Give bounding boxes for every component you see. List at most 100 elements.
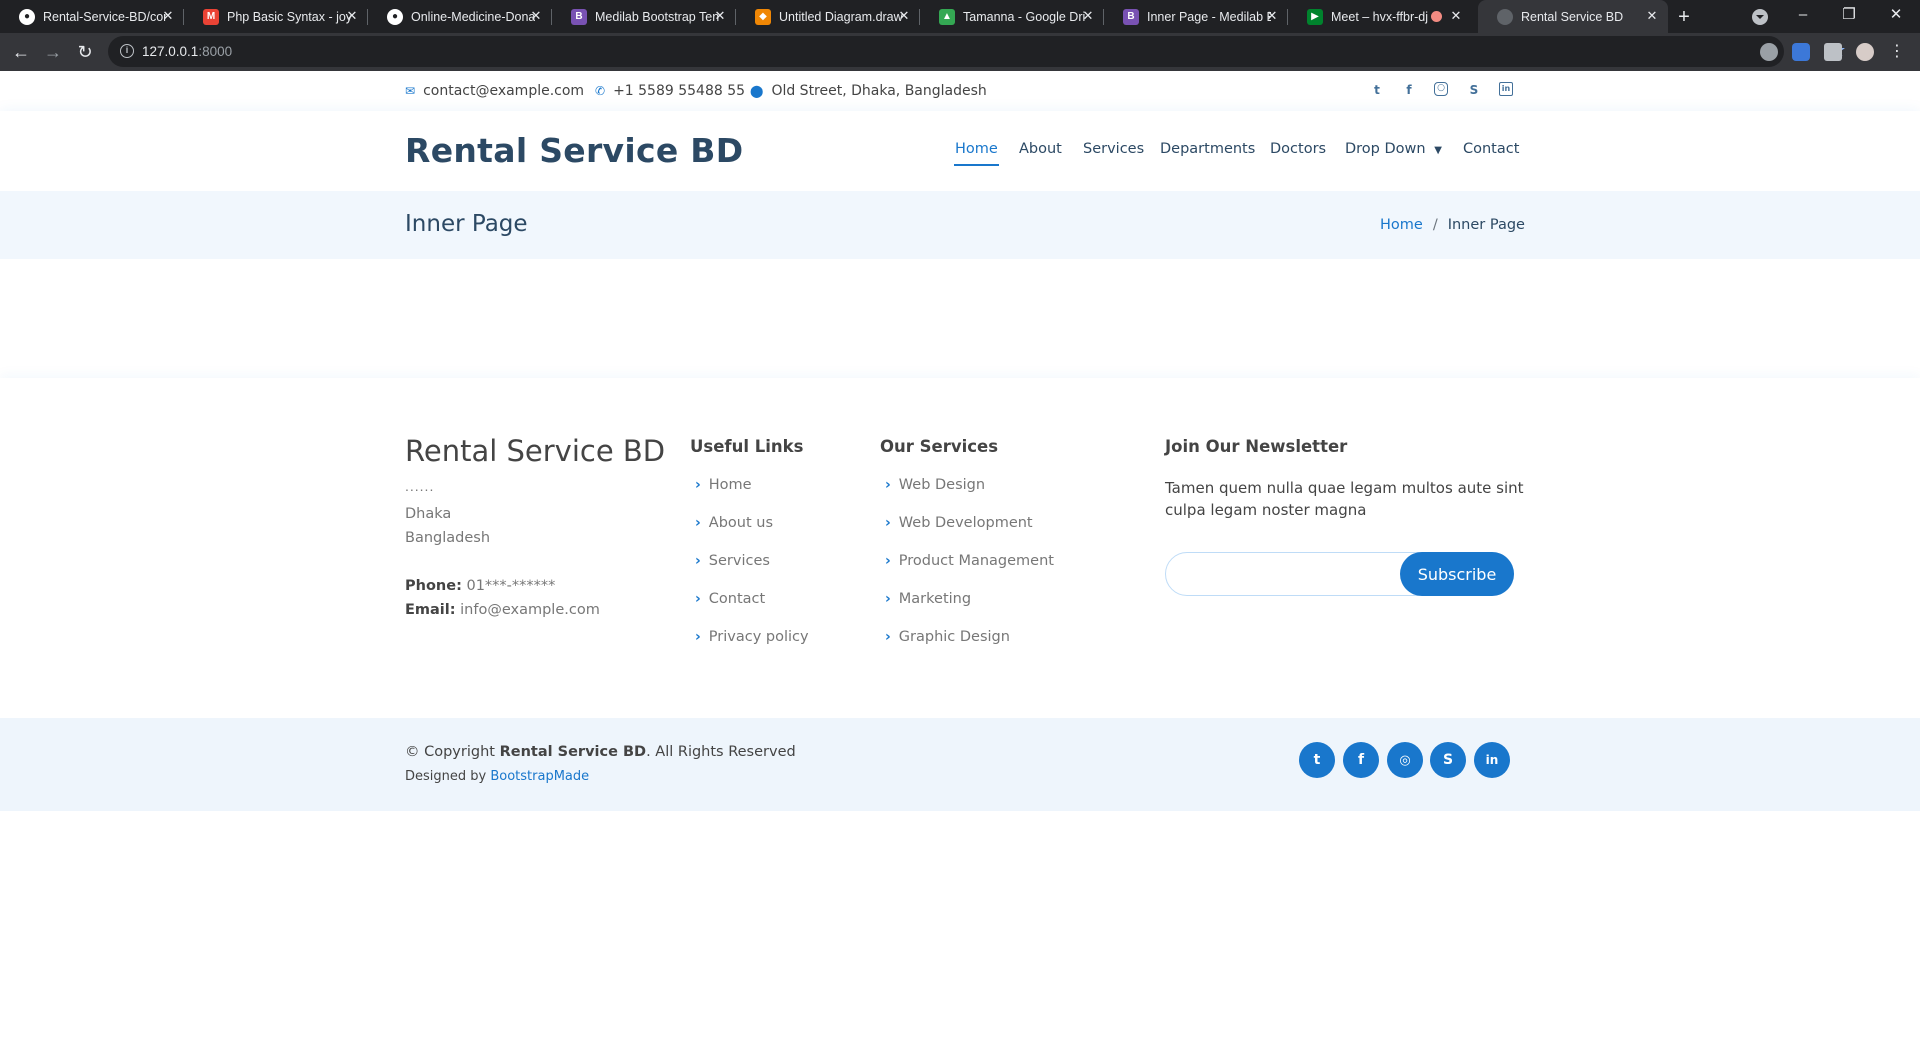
footer-link[interactable]: › About us — [695, 515, 773, 531]
address-bar[interactable]: i 127.0.0.1:8000 ★ — [108, 36, 1846, 67]
browser-tab[interactable]: ▲ Tamanna - Google Dri ✕ — [920, 0, 1104, 33]
breadcrumb-separator: / — [1432, 217, 1438, 233]
breadcrumb-current: Inner Page — [1447, 217, 1525, 233]
footer-link[interactable]: › Home — [695, 477, 752, 493]
envelope-icon: ✉ — [405, 84, 416, 98]
breadcrumb-home-link[interactable]: Home — [1380, 217, 1423, 233]
nav-doctors[interactable]: Doctors — [1270, 141, 1326, 157]
tab-title: Php Basic Syntax - joy — [227, 9, 351, 24]
nav-departments[interactable]: Departments — [1160, 141, 1255, 157]
credits: Designed by BootstrapMade — [405, 769, 590, 784]
footer-service-link[interactable]: › Graphic Design — [885, 629, 1010, 645]
map-pin-icon: ⬤ — [750, 84, 764, 98]
footer-email: Email: info@example.com — [405, 602, 600, 618]
twitter-icon[interactable]: t — [1369, 82, 1385, 98]
footer-brand: Rental Service BD — [405, 434, 666, 468]
close-icon[interactable]: ✕ — [1265, 9, 1279, 23]
skype-icon[interactable]: S — [1430, 742, 1466, 778]
browser-tab[interactable]: ● Rental-Service-BD/com ✕ — [0, 0, 184, 33]
extension-icon[interactable] — [1760, 43, 1778, 61]
restore-icon[interactable]: ❐ — [1838, 4, 1860, 26]
site-logo[interactable]: Rental Service BD — [405, 131, 743, 170]
subscribe-button[interactable]: Subscribe — [1400, 552, 1514, 596]
linkedin-icon[interactable]: in — [1474, 742, 1510, 778]
browser-tab[interactable]: M Php Basic Syntax - joy ✕ — [184, 0, 368, 33]
our-services-title: Our Services — [880, 437, 999, 456]
new-tab-button[interactable]: + — [1672, 5, 1696, 29]
contact-topbar: ✉ contact@example.com ✆ +1 5589 55488 55… — [0, 71, 1920, 111]
info-icon[interactable]: i — [120, 44, 134, 58]
chevron-right-icon: › — [695, 553, 701, 569]
tab-title: Tamanna - Google Dri — [963, 9, 1086, 24]
chevron-right-icon: › — [885, 591, 891, 607]
close-icon[interactable]: ✕ — [713, 9, 727, 23]
footer-link[interactable]: › Contact — [695, 591, 765, 607]
chevron-right-icon: › — [695, 477, 701, 493]
puzzle-icon[interactable] — [1824, 43, 1842, 61]
globe-icon — [1497, 8, 1513, 25]
close-icon[interactable]: ✕ — [529, 9, 543, 23]
google-meet-icon: ▶ — [1307, 8, 1323, 25]
github-icon: ● — [387, 8, 403, 25]
back-arrow-icon[interactable]: ← — [10, 41, 32, 63]
useful-links-title: Useful Links — [690, 437, 804, 456]
close-icon[interactable]: ✕ — [1645, 9, 1659, 23]
tab-title: Online-Medicine-Dona — [411, 9, 535, 24]
browser-tab[interactable]: ▶ Meet – hvx-ffbr-dj ✕ — [1288, 0, 1472, 33]
footer-service-link[interactable]: › Marketing — [885, 591, 971, 607]
browser-tab-active[interactable]: Rental Service BD ✕ — [1478, 0, 1668, 33]
nav-about[interactable]: About — [1019, 141, 1062, 157]
google-drive-icon: ▲ — [939, 8, 955, 25]
newsletter-title: Join Our Newsletter — [1165, 437, 1348, 456]
email-value: info@example.com — [460, 602, 600, 618]
tab-title: Rental-Service-BD/com — [43, 9, 167, 24]
twitter-icon[interactable]: t — [1299, 742, 1335, 778]
browser-tab[interactable]: B Medilab Bootstrap Ten ✕ — [552, 0, 736, 33]
chevron-right-icon: › — [885, 553, 891, 569]
nav-dropdown[interactable]: Drop Down ▼ — [1345, 141, 1442, 157]
tab-title: Meet – hvx-ffbr-dj — [1331, 9, 1429, 24]
browser-tab[interactable]: ● Online-Medicine-Dona ✕ — [368, 0, 552, 33]
minimize-icon[interactable]: – — [1792, 4, 1814, 26]
nav-contact[interactable]: Contact — [1463, 141, 1519, 157]
close-icon[interactable]: ✕ — [161, 9, 175, 23]
nav-home[interactable]: Home — [954, 141, 999, 166]
instagram-icon[interactable]: ○ — [1434, 82, 1448, 96]
close-icon[interactable]: ✕ — [345, 9, 359, 23]
facebook-icon[interactable]: f — [1343, 742, 1379, 778]
nav-services[interactable]: Services — [1083, 141, 1144, 157]
menu-dots-icon[interactable]: ⋮ — [1886, 41, 1908, 63]
browser-tab[interactable]: B Inner Page - Medilab B ✕ — [1104, 0, 1288, 33]
github-icon: ● — [19, 8, 35, 25]
newsletter-email-input[interactable] — [1178, 559, 1378, 589]
chevron-right-icon: › — [695, 591, 701, 607]
forward-arrow-icon[interactable]: → — [42, 41, 64, 63]
extension-w-icon[interactable] — [1792, 43, 1810, 61]
close-icon[interactable]: ✕ — [1081, 9, 1095, 23]
skype-icon[interactable]: S — [1466, 82, 1482, 98]
avatar[interactable] — [1856, 43, 1874, 61]
close-icon[interactable]: ✕ — [1449, 9, 1463, 23]
footer-service-link[interactable]: › Web Development — [885, 515, 1033, 531]
footer-link[interactable]: › Privacy policy — [695, 629, 809, 645]
designer-link[interactable]: BootstrapMade — [490, 769, 589, 784]
tab-search-icon[interactable] — [1752, 9, 1768, 25]
footer-service-link[interactable]: › Product Management — [885, 553, 1054, 569]
close-icon[interactable]: ✕ — [897, 9, 911, 23]
topbar-email: ✉ contact@example.com — [405, 83, 584, 99]
bootstrap-icon: B — [1123, 8, 1139, 25]
browser-tab[interactable]: ◆ Untitled Diagram.draw ✕ — [736, 0, 920, 33]
reload-icon[interactable]: ↻ — [74, 41, 96, 63]
recording-icon — [1431, 11, 1442, 22]
facebook-icon[interactable]: f — [1401, 82, 1417, 98]
linkedin-icon[interactable]: in — [1499, 82, 1513, 96]
close-window-icon[interactable]: ✕ — [1885, 4, 1907, 26]
drawio-icon: ◆ — [755, 8, 771, 25]
footer-service-link[interactable]: › Web Design — [885, 477, 985, 493]
breadcrumb-list: Home / Inner Page — [1380, 217, 1525, 233]
breadcrumb: Inner Page Home / Inner Page — [0, 191, 1920, 259]
phone-icon: ✆ — [595, 84, 606, 98]
instagram-icon[interactable]: ◎ — [1387, 742, 1423, 778]
chevron-right-icon: › — [885, 515, 891, 531]
footer-link[interactable]: › Services — [695, 553, 770, 569]
